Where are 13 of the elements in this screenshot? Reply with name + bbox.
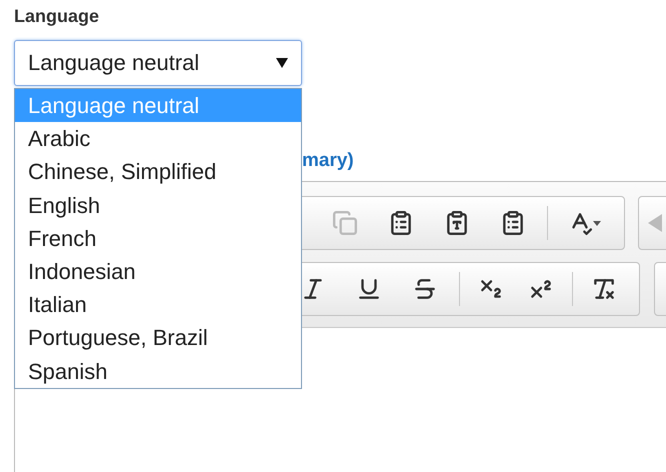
caret-icon bbox=[593, 220, 601, 226]
underline-icon bbox=[356, 276, 382, 302]
paste-icon bbox=[388, 210, 414, 236]
editor-heading: mary) bbox=[302, 150, 354, 173]
paste-text-icon bbox=[444, 210, 470, 236]
remove-format-icon bbox=[591, 276, 617, 302]
arrow-icon bbox=[648, 214, 662, 232]
caret-icon bbox=[276, 58, 288, 68]
field-label: Language bbox=[14, 6, 100, 28]
language-select[interactable]: Language neutral bbox=[14, 40, 302, 86]
copy-icon bbox=[332, 210, 358, 236]
strikethrough-icon bbox=[412, 276, 438, 302]
paste-word-icon bbox=[500, 210, 526, 236]
